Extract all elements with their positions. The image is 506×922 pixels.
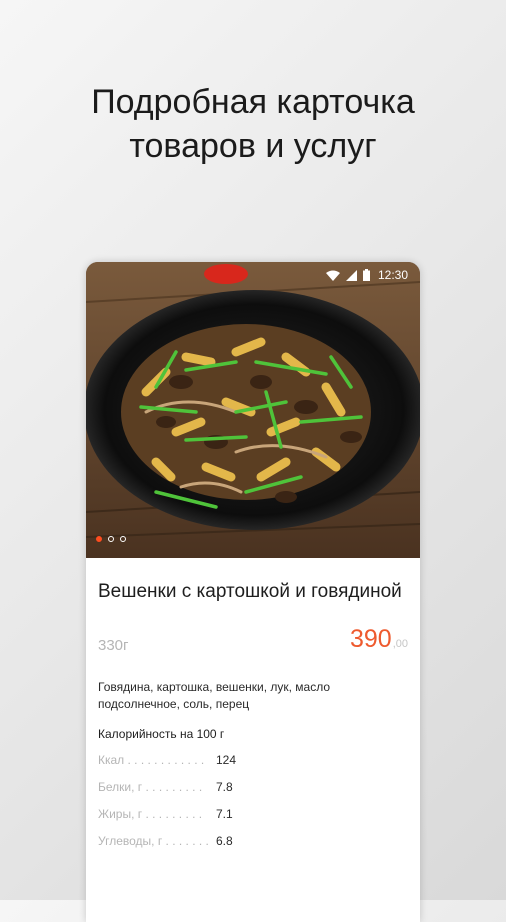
status-time: 12:30 — [377, 268, 408, 282]
nutrition-label: Белки, г . . . . . . . . . — [98, 780, 203, 794]
promo-headline-line1: Подробная карточка — [91, 83, 415, 121]
nutrition-label: Жиры, г . . . . . . . . . — [98, 807, 203, 821]
product-details: Вешенки с картошкой и говядиной 330г 390… — [98, 558, 408, 849]
product-price: 390,00 — [350, 625, 408, 654]
carousel-indicator — [96, 536, 126, 542]
nutrition-value: 7.1 — [216, 807, 233, 821]
nutrition-row-protein: Белки, г . . . . . . . . . 7.8 — [98, 780, 408, 795]
nutrition-value: 6.8 — [216, 834, 233, 848]
promo-headline: Подробная карточка товаров и услуг — [0, 80, 506, 168]
nutrition-label: Углеводы, г . . . . . . . — [98, 834, 209, 848]
nutrition-row-kcal: Ккал . . . . . . . . . . . . 124 — [98, 753, 408, 768]
product-weight: 330г — [98, 637, 129, 654]
price-cents: ,00 — [392, 638, 408, 650]
nutrition-value: 7.8 — [216, 780, 233, 794]
product-photo[interactable]: 12:30 — [86, 262, 420, 558]
price-main: 390 — [349, 625, 392, 653]
product-title: Вешенки с картошкой и говядиной — [98, 581, 402, 602]
signal-icon — [345, 269, 357, 281]
status-bar: 12:30 — [86, 262, 420, 288]
promo-headline-line2: товаров и услуг — [129, 127, 377, 165]
nutrition-label: Ккал . . . . . . . . . . . . — [98, 753, 205, 767]
nutrition-value: 124 — [216, 753, 237, 767]
carousel-dot-active[interactable] — [96, 536, 102, 542]
product-ingredients: Говядина, картошка, вешенки, лук, масло … — [98, 680, 331, 711]
carousel-dot[interactable] — [120, 536, 126, 542]
food-photo-illustration — [86, 262, 420, 558]
battery-icon — [362, 269, 370, 281]
nutrition-row-carbs: Углеводы, г . . . . . . . 6.8 — [98, 834, 408, 849]
calorie-heading: Калорийность на 100 г — [98, 727, 225, 741]
phone-screen: 12:30 Вешенки с картошкой и говядиной 33… — [86, 262, 420, 922]
carousel-dot[interactable] — [108, 536, 114, 542]
status-icons: 12:30 — [325, 268, 408, 282]
nutrition-row-fat: Жиры, г . . . . . . . . . 7.1 — [98, 807, 408, 822]
wifi-icon — [325, 270, 340, 281]
price-row: 330г 390,00 — [98, 625, 408, 665]
